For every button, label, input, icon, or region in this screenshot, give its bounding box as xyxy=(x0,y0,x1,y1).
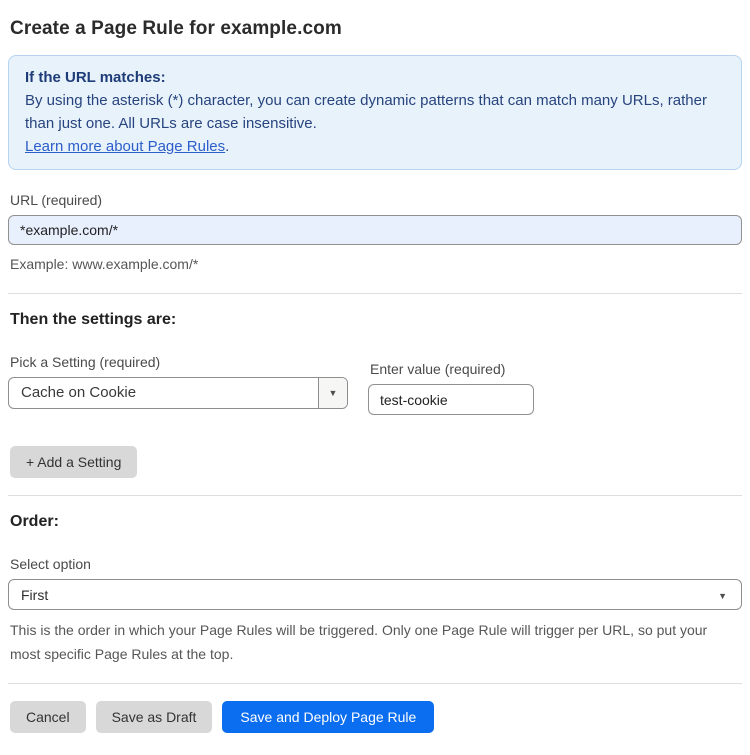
url-input[interactable] xyxy=(8,215,742,245)
add-setting-button[interactable]: + Add a Setting xyxy=(10,446,138,478)
settings-section-heading: Then the settings are: xyxy=(10,311,177,328)
setting-select[interactable]: Cache on Cookie ▼ xyxy=(8,377,348,409)
order-helper-text: This is the order in which your Page Rul… xyxy=(10,622,708,662)
info-box-body: By using the asterisk (*) character, you… xyxy=(25,92,707,132)
page-title: Create a Page Rule for example.com xyxy=(10,18,342,39)
divider xyxy=(8,683,742,684)
value-column: Enter value (required) xyxy=(368,361,568,415)
settings-row: Pick a Setting (required) Cache on Cooki… xyxy=(8,354,742,415)
setting-value-input[interactable] xyxy=(368,384,534,415)
setting-select-value: Cache on Cookie xyxy=(21,384,137,401)
learn-more-link[interactable]: Learn more about Page Rules xyxy=(25,138,225,155)
page-rule-form: Create a Page Rule for example.com If th… xyxy=(0,0,750,755)
order-select-value: First xyxy=(21,586,49,603)
divider xyxy=(8,495,742,496)
setting-column: Pick a Setting (required) Cache on Cooki… xyxy=(8,354,348,415)
divider xyxy=(8,293,742,294)
save-as-draft-button[interactable]: Save as Draft xyxy=(95,701,213,733)
url-helper-text: Example: www.example.com/* xyxy=(10,256,199,272)
order-select-label: Select option xyxy=(10,556,91,572)
link-period: . xyxy=(225,138,230,155)
form-actions: Cancel Save as Draft Save and Deploy Pag… xyxy=(10,701,742,733)
setting-select-label: Pick a Setting (required) xyxy=(10,354,161,370)
cancel-button[interactable]: Cancel xyxy=(10,701,86,733)
order-section-heading: Order: xyxy=(10,513,59,530)
info-box-heading: If the URL matches: xyxy=(25,69,166,86)
value-field-label: Enter value (required) xyxy=(370,361,506,377)
url-field-label: URL (required) xyxy=(10,192,103,208)
chevron-down-icon: ▼ xyxy=(718,590,727,601)
setting-select-arrow-button[interactable]: ▼ xyxy=(318,378,347,408)
save-and-deploy-button[interactable]: Save and Deploy Page Rule xyxy=(222,701,435,733)
order-select[interactable]: First ▼ xyxy=(8,579,742,610)
url-match-info-box: If the URL matches: By using the asteris… xyxy=(8,55,742,170)
info-box-link-line: Learn more about Page Rules. xyxy=(25,135,725,158)
chevron-down-icon: ▼ xyxy=(328,388,338,398)
